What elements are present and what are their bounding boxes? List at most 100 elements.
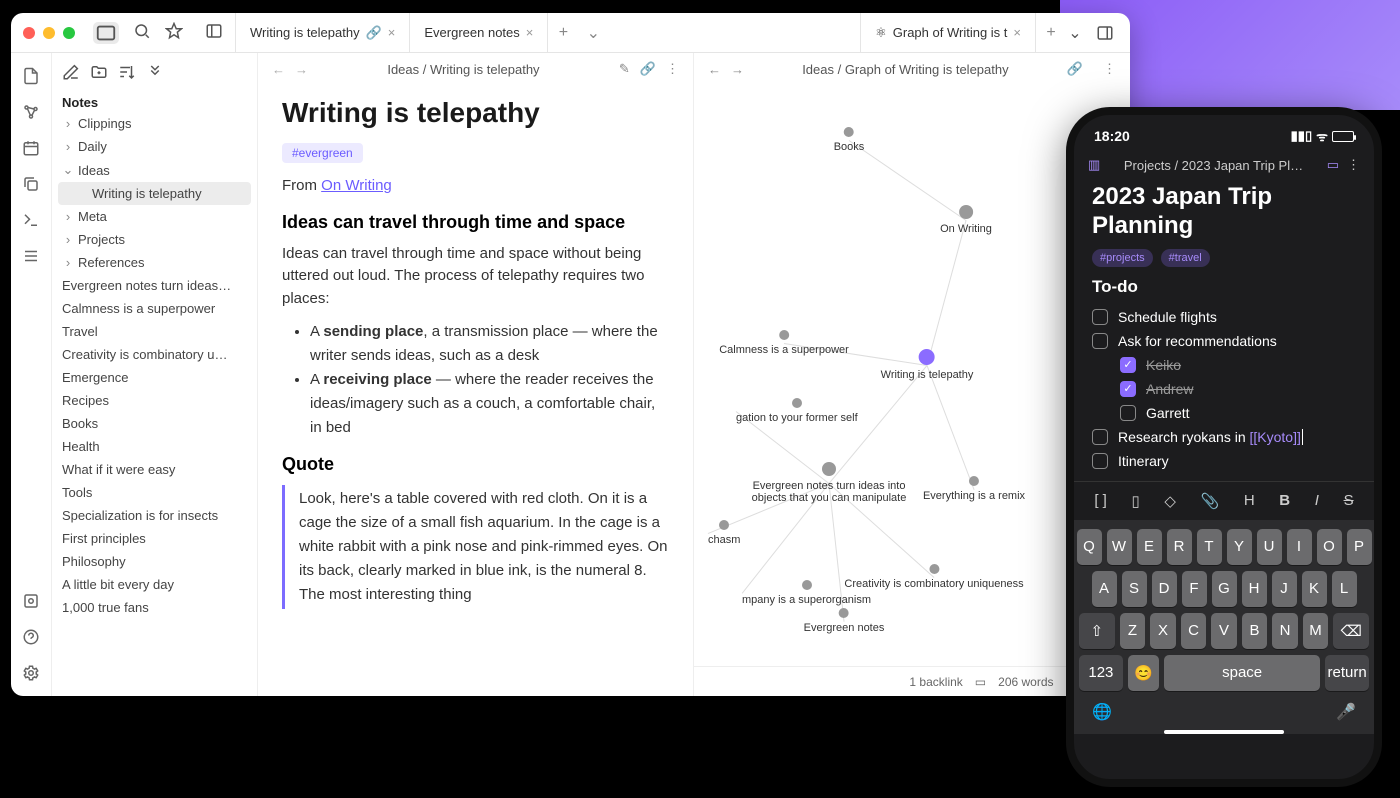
book-icon[interactable]: ▭ bbox=[1327, 157, 1339, 173]
checkbox[interactable] bbox=[1092, 333, 1108, 349]
attach-icon[interactable]: 📎 bbox=[1201, 492, 1220, 510]
phone-breadcrumb[interactable]: Projects / 2023 Japan Trip Pl… bbox=[1108, 158, 1318, 173]
keyboard-key[interactable]: N bbox=[1272, 613, 1298, 649]
vault-rail-icon[interactable] bbox=[22, 592, 40, 610]
phone-more-icon[interactable]: ⋮ bbox=[1347, 157, 1360, 173]
keyboard-key[interactable]: space bbox=[1164, 655, 1320, 691]
graph-canvas[interactable]: Books On Writing Calmness is a superpower W… bbox=[694, 85, 1130, 666]
phone-panel-left-icon[interactable]: ▥ bbox=[1088, 157, 1100, 173]
keyboard-key[interactable]: ⌫ bbox=[1333, 613, 1369, 649]
search-icon[interactable] bbox=[133, 22, 151, 40]
graph-node[interactable]: Everything is a remix bbox=[923, 476, 1025, 502]
sidebar-folder[interactable]: ›Projects bbox=[52, 228, 257, 251]
keyboard-key[interactable]: return bbox=[1325, 655, 1369, 691]
keyboard-key[interactable]: ⇧ bbox=[1079, 613, 1115, 649]
file-icon[interactable]: ▯ bbox=[1131, 492, 1139, 510]
keyboard-key[interactable]: J bbox=[1272, 571, 1297, 607]
keyboard-key[interactable]: U bbox=[1257, 529, 1282, 565]
keyboard-key[interactable]: G bbox=[1212, 571, 1237, 607]
graph-nav-back-icon[interactable]: ← bbox=[708, 62, 721, 77]
sidebar-note[interactable]: Books bbox=[52, 412, 257, 435]
sidebar-note[interactable]: Philosophy bbox=[52, 550, 257, 573]
close-tab-icon[interactable]: × bbox=[388, 25, 396, 40]
keyboard-key[interactable]: L bbox=[1332, 571, 1357, 607]
checkbox[interactable] bbox=[1120, 357, 1136, 373]
graph-node[interactable]: Evergreen notes bbox=[804, 608, 885, 634]
graph-node[interactable]: chasm bbox=[708, 520, 740, 546]
checkbox[interactable] bbox=[1092, 309, 1108, 325]
globe-icon[interactable]: 🌐 bbox=[1092, 702, 1112, 722]
sidebar-note[interactable]: Health bbox=[52, 435, 257, 458]
keyboard-key[interactable]: R bbox=[1167, 529, 1192, 565]
sidebar-note[interactable]: Travel bbox=[52, 320, 257, 343]
checkbox[interactable] bbox=[1120, 405, 1136, 421]
keyboard-key[interactable]: D bbox=[1152, 571, 1177, 607]
calendar-rail-icon[interactable] bbox=[22, 139, 40, 157]
tab-dropdown-icon[interactable]: ⌄ bbox=[578, 13, 608, 53]
graph-rail-icon[interactable] bbox=[22, 103, 40, 121]
keyboard-key[interactable]: Z bbox=[1120, 613, 1146, 649]
mic-icon[interactable]: 🎤 bbox=[1336, 702, 1356, 722]
sidebar-folder[interactable]: ›Clippings bbox=[52, 112, 257, 135]
keyboard-key[interactable]: F bbox=[1182, 571, 1207, 607]
tag-evergreen[interactable]: #evergreen bbox=[282, 143, 363, 163]
keyboard-key[interactable]: O bbox=[1317, 529, 1342, 565]
new-tab-button[interactable]: + bbox=[548, 13, 578, 53]
copy-rail-icon[interactable] bbox=[22, 175, 40, 193]
todo-item[interactable]: Research ryokans in [[Kyoto]] bbox=[1092, 425, 1356, 449]
nav-back-icon[interactable]: ← bbox=[272, 62, 285, 77]
minimize-window-button[interactable] bbox=[43, 27, 55, 39]
sidebar-note[interactable]: A little bit every day bbox=[52, 573, 257, 596]
sidebar-note[interactable]: 1,000 true fans bbox=[52, 596, 257, 619]
sidebar-note[interactable]: Emergence bbox=[52, 366, 257, 389]
keyboard-key[interactable]: H bbox=[1242, 571, 1267, 607]
keyboard-key[interactable]: B bbox=[1242, 613, 1268, 649]
settings-rail-icon[interactable] bbox=[22, 664, 40, 682]
graph-node[interactable]: gation to your former self bbox=[736, 398, 858, 424]
sidebar-note[interactable]: Recipes bbox=[52, 389, 257, 412]
bold-icon[interactable]: B bbox=[1279, 492, 1290, 510]
backlink-count[interactable]: 1 backlink bbox=[909, 675, 962, 689]
more-icon[interactable]: ⋮ bbox=[666, 61, 679, 77]
sidebar-note[interactable]: Tools bbox=[52, 481, 257, 504]
tab-evergreen-notes[interactable]: Evergreen notes × bbox=[410, 13, 548, 53]
edit-mode-icon[interactable]: ✎ bbox=[619, 61, 630, 77]
close-window-button[interactable] bbox=[23, 27, 35, 39]
tag-icon[interactable]: ◇ bbox=[1164, 492, 1176, 510]
collapse-icon[interactable] bbox=[146, 63, 164, 81]
strike-icon[interactable]: S bbox=[1344, 492, 1354, 510]
keyboard-key[interactable]: Y bbox=[1227, 529, 1252, 565]
edit-icon[interactable] bbox=[62, 63, 80, 81]
link-copy-icon[interactable]: 🔗 bbox=[1067, 61, 1083, 77]
keyboard-key[interactable]: T bbox=[1197, 529, 1222, 565]
nav-forward-icon[interactable]: → bbox=[295, 62, 308, 77]
sort-icon[interactable] bbox=[118, 63, 136, 81]
editor-body[interactable]: Writing is telepathy #evergreen From On … bbox=[258, 85, 693, 621]
sidebar-note[interactable]: Creativity is combinatory u… bbox=[52, 343, 257, 366]
sidebar-folder[interactable]: ›Daily bbox=[52, 135, 257, 158]
graph-node[interactable]: On Writing bbox=[940, 205, 992, 235]
todo-item[interactable]: Itinerary bbox=[1092, 449, 1356, 473]
help-rail-icon[interactable] bbox=[22, 628, 40, 646]
sidebar-note[interactable]: First principles bbox=[52, 527, 257, 550]
sidebar-note[interactable]: What if it were easy bbox=[52, 458, 257, 481]
phone-tag[interactable]: #projects bbox=[1092, 249, 1153, 267]
link-copy-icon[interactable]: 🔗 bbox=[640, 61, 656, 77]
graph-node[interactable]: Calmness is a superpower bbox=[719, 330, 849, 356]
graph-node[interactable]: Writing is telepathy bbox=[881, 349, 974, 381]
more-icon[interactable]: ⋮ bbox=[1103, 61, 1116, 77]
checkbox[interactable] bbox=[1092, 453, 1108, 469]
sidebar-note[interactable]: Specialization is for insects bbox=[52, 504, 257, 527]
keyboard-key[interactable]: A bbox=[1092, 571, 1117, 607]
graph-nav-forward-icon[interactable]: → bbox=[731, 62, 744, 77]
terminal-rail-icon[interactable] bbox=[22, 211, 40, 229]
home-indicator[interactable] bbox=[1164, 730, 1284, 734]
graph-node[interactable]: Creativity is combinatory uniqueness bbox=[844, 564, 1023, 590]
graph-node[interactable]: Books bbox=[834, 127, 865, 153]
checkbox[interactable] bbox=[1120, 381, 1136, 397]
link-on-writing[interactable]: On Writing bbox=[321, 177, 392, 194]
keyboard-key[interactable]: X bbox=[1150, 613, 1176, 649]
tab-graph[interactable]: ⚛ Graph of Writing is t × bbox=[860, 13, 1036, 53]
close-tab-icon[interactable]: × bbox=[526, 25, 534, 40]
keyboard-key[interactable]: E bbox=[1137, 529, 1162, 565]
